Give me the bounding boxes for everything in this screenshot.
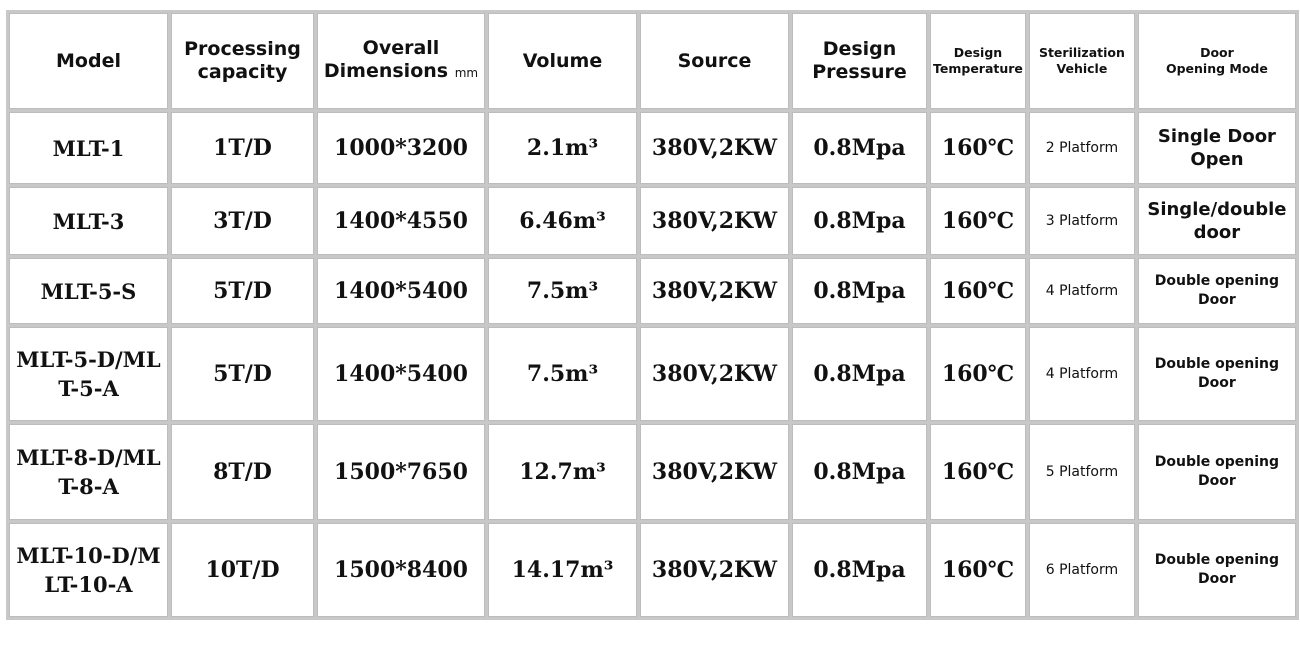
header-row: Model Processing capacity Overall Dimensio… — [9, 13, 1296, 109]
source-cell: 380V,2KW — [640, 112, 789, 184]
table-row: MLT-5-S 5T/D 1400*5400 7.5m³ 380V,2KW 0.8Mpa 1… — [9, 258, 1296, 324]
pressure-cell: 0.8Mpa — [792, 112, 927, 184]
vehicle-cell: 4 Platform — [1028, 327, 1135, 421]
volume-cell: 7.5m³ — [488, 327, 637, 421]
temperature-cell: 160℃ — [930, 327, 1026, 421]
source-cell: 380V,2KW — [640, 187, 789, 255]
temperature-cell: 160℃ — [930, 424, 1026, 520]
volume-cell: 2.1m³ — [488, 112, 637, 184]
volume-cell: 6.46m³ — [488, 187, 637, 255]
door-mode-cell: Single Door Open — [1137, 112, 1296, 184]
header-temperature: Design Temperature — [930, 13, 1026, 109]
model-cell: MLT-5-D/ML T-5-A — [9, 327, 168, 421]
header-vehicle: Sterilization Vehicle — [1028, 13, 1135, 109]
model-cell: MLT-10-D/M LT-10-A — [9, 523, 168, 617]
table-row: MLT-1 1T/D 1000*3200 2.1m³ 380V,2KW 0.8Mpa 160… — [9, 112, 1296, 184]
temperature-cell: 160℃ — [930, 112, 1026, 184]
header-dimensions: Overall Dimensions mm — [317, 13, 485, 109]
capacity-cell: 1T/D — [171, 112, 314, 184]
dimensions-cell: 1000*3200 — [317, 112, 485, 184]
dimensions-cell: 1500*7650 — [317, 424, 485, 520]
pressure-cell: 0.8Mpa — [792, 258, 927, 324]
vehicle-cell: 6 Platform — [1028, 523, 1135, 617]
pressure-cell: 0.8Mpa — [792, 424, 927, 520]
dimensions-cell: 1400*5400 — [317, 258, 485, 324]
volume-cell: 12.7m³ — [488, 424, 637, 520]
model-cell: MLT-5-S — [9, 258, 168, 324]
header-capacity: Processing capacity — [171, 13, 314, 109]
temperature-cell: 160℃ — [930, 187, 1026, 255]
header-pressure: Design Pressure — [792, 13, 927, 109]
capacity-cell: 10T/D — [171, 523, 314, 617]
table-row: MLT-8-D/ML T-8-A 8T/D 1500*7650 12.7m³ 380V,2… — [9, 424, 1296, 520]
source-cell: 380V,2KW — [640, 327, 789, 421]
vehicle-cell: 3 Platform — [1028, 187, 1135, 255]
temperature-cell: 160℃ — [930, 258, 1026, 324]
spec-table: Model Processing capacity Overall Dimensio… — [6, 10, 1299, 620]
pressure-cell: 0.8Mpa — [792, 327, 927, 421]
capacity-cell: 3T/D — [171, 187, 314, 255]
volume-cell: 14.17m³ — [488, 523, 637, 617]
header-model: Model — [9, 13, 168, 109]
dimensions-unit: mm — [454, 66, 479, 80]
source-cell: 380V,2KW — [640, 523, 789, 617]
capacity-cell: 5T/D — [171, 327, 314, 421]
header-volume: Volume — [488, 13, 637, 109]
temperature-cell: 160℃ — [930, 523, 1026, 617]
model-cell: MLT-1 — [9, 112, 168, 184]
vehicle-cell: 4 Platform — [1028, 258, 1135, 324]
capacity-cell: 5T/D — [171, 258, 314, 324]
vehicle-cell: 2 Platform — [1028, 112, 1135, 184]
table-row: MLT-5-D/ML T-5-A 5T/D 1400*5400 7.5m³ 380V,2K… — [9, 327, 1296, 421]
door-mode-cell: Single/double door — [1137, 187, 1296, 255]
vehicle-cell: 5 Platform — [1028, 424, 1135, 520]
dimensions-cell: 1500*8400 — [317, 523, 485, 617]
header-door-mode: Door Opening Mode — [1137, 13, 1296, 109]
door-mode-cell: Double opening Door — [1137, 327, 1296, 421]
table-row: MLT-3 3T/D 1400*4550 6.46m³ 380V,2KW 0.8Mpa 16… — [9, 187, 1296, 255]
pressure-cell: 0.8Mpa — [792, 523, 927, 617]
door-mode-cell: Double opening Door — [1137, 523, 1296, 617]
capacity-cell: 8T/D — [171, 424, 314, 520]
door-mode-cell: Double opening Door — [1137, 258, 1296, 324]
source-cell: 380V,2KW — [640, 424, 789, 520]
door-mode-cell: Double opening Door — [1137, 424, 1296, 520]
dimensions-cell: 1400*4550 — [317, 187, 485, 255]
spec-table-body: Model Processing capacity Overall Dimensio… — [9, 13, 1296, 617]
dimensions-cell: 1400*5400 — [317, 327, 485, 421]
source-cell: 380V,2KW — [640, 258, 789, 324]
model-cell: MLT-8-D/ML T-8-A — [9, 424, 168, 520]
table-row: MLT-10-D/M LT-10-A 10T/D 1500*8400 14.17m³ 38… — [9, 523, 1296, 617]
spec-table-wrapper: Model Processing capacity Overall Dimensio… — [6, 10, 1299, 620]
pressure-cell: 0.8Mpa — [792, 187, 927, 255]
model-cell: MLT-3 — [9, 187, 168, 255]
volume-cell: 7.5m³ — [488, 258, 637, 324]
header-source: Source — [640, 13, 789, 109]
